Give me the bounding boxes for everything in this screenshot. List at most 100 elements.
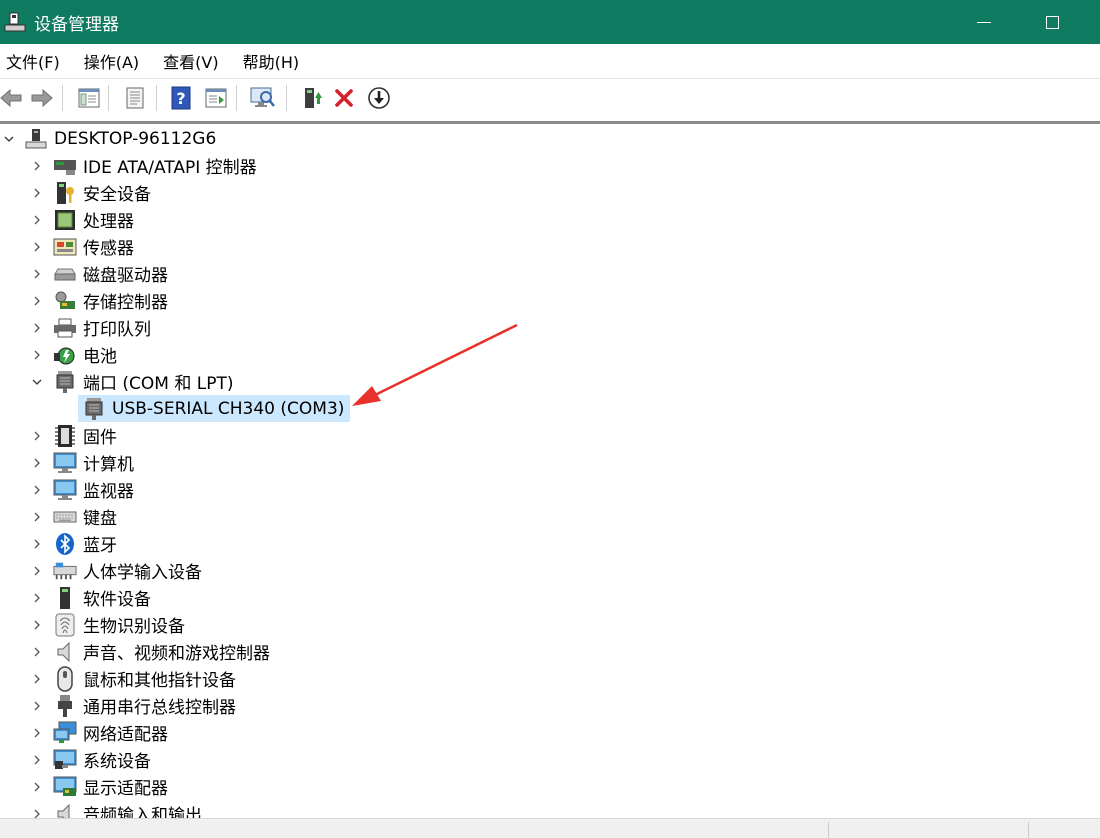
chevron-down-icon[interactable]: [31, 376, 43, 388]
chevron-right-icon[interactable]: [31, 592, 43, 604]
chevron-right-icon[interactable]: [31, 511, 43, 523]
uninstall-icon: [335, 89, 353, 107]
properties-button[interactable]: [122, 85, 148, 111]
tree-item-firmware[interactable]: 固件: [0, 422, 117, 449]
tree-item-print-queue[interactable]: 打印队列: [0, 314, 151, 341]
chevron-right-icon[interactable]: [31, 646, 43, 658]
status-bar-divider: [1028, 822, 1029, 838]
chevron-right-icon[interactable]: [31, 727, 43, 739]
tree-item-battery[interactable]: 电池: [0, 341, 117, 368]
chevron-right-icon[interactable]: [31, 619, 43, 631]
tree-item-bluetooth[interactable]: 蓝牙: [0, 530, 117, 557]
sensor-icon: [53, 235, 77, 259]
chevron-right-icon[interactable]: [31, 430, 43, 442]
status-bar: [0, 818, 1100, 838]
tree-item-audio-io[interactable]: 音频输入和输出: [0, 800, 202, 818]
tree-item-security[interactable]: 安全设备: [0, 179, 151, 206]
chevron-right-icon[interactable]: [31, 322, 43, 334]
toolbar-separator: [286, 85, 287, 111]
speaker-icon: [53, 640, 77, 664]
tree-item-label: 电池: [83, 347, 117, 367]
properties-icon: [126, 87, 144, 109]
chevron-right-icon[interactable]: [31, 700, 43, 712]
help-button[interactable]: ?: [168, 85, 194, 111]
uninstall-device-button[interactable]: [331, 85, 357, 111]
tree-item-keyboard[interactable]: 键盘: [0, 503, 117, 530]
tree-item-label: USB-SERIAL CH340 (COM3): [112, 398, 345, 419]
chevron-right-icon[interactable]: [31, 457, 43, 469]
maximize-button[interactable]: [1023, 0, 1081, 44]
tree-item-ide-ata-atapi[interactable]: IDE ATA/ATAPI 控制器: [0, 152, 257, 179]
chevron-right-icon[interactable]: [31, 241, 43, 253]
menu-help[interactable]: 帮助(H): [237, 44, 306, 78]
menu-file[interactable]: 文件(F): [0, 44, 66, 78]
tree-item-usb-serial-ch340[interactable]: USB-SERIAL CH340 (COM3): [78, 395, 350, 422]
status-bar-divider: [828, 822, 829, 838]
tree-item-monitor[interactable]: 监视器: [0, 476, 134, 503]
chevron-right-icon[interactable]: [31, 538, 43, 550]
toolbar-separator: [156, 85, 157, 111]
chevron-right-icon[interactable]: [31, 268, 43, 280]
keyboard-icon: [53, 505, 77, 529]
tree-item-label: 通用串行总线控制器: [83, 698, 236, 718]
chevron-right-icon[interactable]: [31, 187, 43, 199]
menu-action[interactable]: 操作(A): [78, 44, 145, 78]
forward-button[interactable]: [29, 85, 55, 111]
tree-item-biometric[interactable]: 生物识别设备: [0, 611, 185, 638]
show-hide-tree-button[interactable]: [76, 85, 102, 111]
chevron-right-icon[interactable]: [31, 808, 43, 818]
tree-item-software-device[interactable]: 软件设备: [0, 584, 151, 611]
tree-item-label: 传感器: [83, 239, 134, 259]
tree-item-sensor[interactable]: 传感器: [0, 233, 134, 260]
tree-item-label: 显示适配器: [83, 779, 168, 799]
tree-item-disk-drive[interactable]: 磁盘驱动器: [0, 260, 168, 287]
tree-item-display-adapter[interactable]: 显示适配器: [0, 773, 168, 800]
network-adapter-icon: [53, 721, 77, 745]
update-driver-button[interactable]: [300, 85, 326, 111]
tree-item-label: 音频输入和输出: [83, 806, 202, 818]
chevron-right-icon[interactable]: [31, 214, 43, 226]
tree-item-storage-controller[interactable]: 存储控制器: [0, 287, 168, 314]
device-manager-window: 设备管理器 文件(F) 操作(A) 查看(V) 帮助(H) ? DESKTOP-…: [0, 0, 1100, 838]
tree-item-mouse[interactable]: 鼠标和其他指针设备: [0, 665, 236, 692]
chevron-right-icon[interactable]: [31, 754, 43, 766]
tree-item-sound-video-game[interactable]: 声音、视频和游戏控制器: [0, 638, 270, 665]
tree-item-label: 固件: [83, 428, 117, 448]
tree-root-label: DESKTOP-96112G6: [54, 128, 217, 149]
chevron-right-icon[interactable]: [31, 565, 43, 577]
tree-root[interactable]: DESKTOP-96112G6: [0, 125, 216, 152]
chevron-right-icon[interactable]: [31, 160, 43, 172]
security-device-icon: [53, 181, 77, 205]
tree-item-hid[interactable]: 人体学输入设备: [0, 557, 202, 584]
usb-icon: [53, 694, 77, 718]
tree-item-network-adapter[interactable]: 网络适配器: [0, 719, 168, 746]
forward-icon: [31, 88, 53, 108]
tree-item-usb-controllers[interactable]: 通用串行总线控制器: [0, 692, 236, 719]
chevron-right-icon[interactable]: [31, 781, 43, 793]
svg-text:?: ?: [176, 89, 185, 108]
chevron-right-icon[interactable]: [31, 349, 43, 361]
display-adapter-icon: [53, 775, 77, 799]
toolbar-separator: [62, 85, 63, 111]
minimize-icon: [977, 21, 991, 23]
tree-item-computer[interactable]: 计算机: [0, 449, 134, 476]
tree-item-label: 系统设备: [83, 752, 151, 772]
chevron-right-icon[interactable]: [31, 673, 43, 685]
tree-item-label: 处理器: [83, 212, 134, 232]
disable-device-button[interactable]: [366, 85, 392, 111]
minimize-button[interactable]: [955, 0, 1013, 44]
port-icon: [53, 370, 77, 394]
menu-view[interactable]: 查看(V): [157, 44, 224, 78]
maximize-icon: [1045, 15, 1059, 29]
scan-hardware-button[interactable]: [250, 85, 276, 111]
action-pane-button[interactable]: [203, 85, 229, 111]
back-button[interactable]: [0, 85, 24, 111]
tree-item-label: 安全设备: [83, 185, 151, 205]
tree-item-ports[interactable]: 端口 (COM 和 LPT): [0, 368, 234, 395]
tree-item-processor[interactable]: 处理器: [0, 206, 134, 233]
chevron-right-icon[interactable]: [31, 484, 43, 496]
help-icon: ?: [171, 86, 191, 110]
tree-item-system-device[interactable]: 系统设备: [0, 746, 151, 773]
chevron-down-icon[interactable]: [3, 133, 15, 145]
chevron-right-icon[interactable]: [31, 295, 43, 307]
